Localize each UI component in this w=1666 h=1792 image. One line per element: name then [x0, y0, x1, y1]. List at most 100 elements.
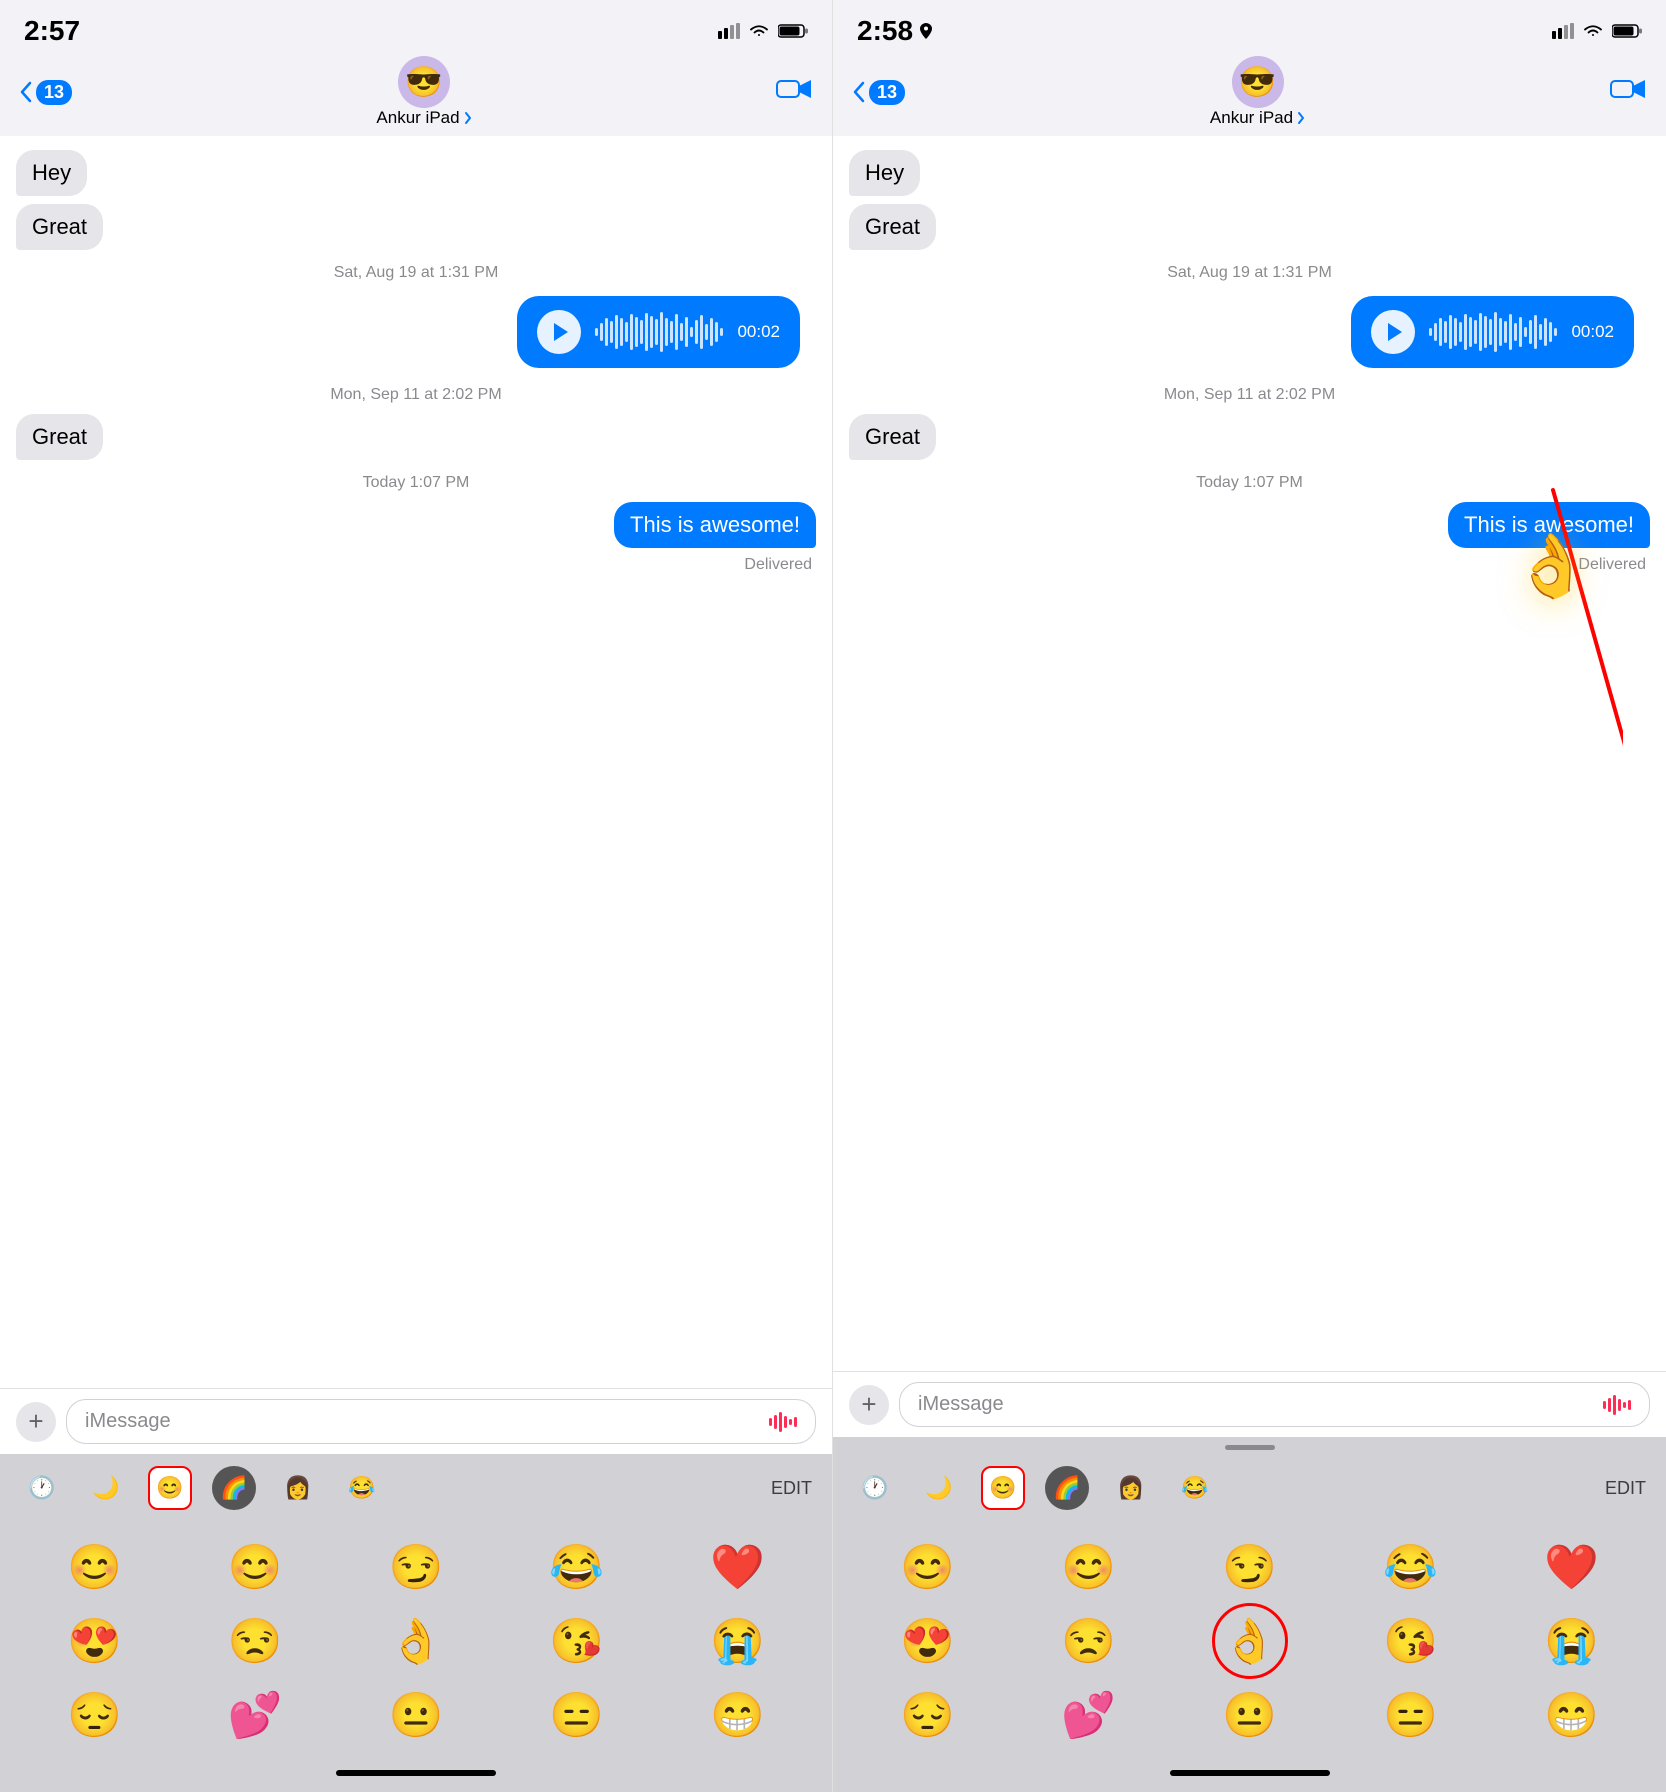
right-emoji-smirk[interactable]: 😏: [1171, 1532, 1328, 1602]
left-name-chevron-icon: [464, 111, 472, 125]
left-emoji-unamused[interactable]: 😒: [177, 1606, 334, 1676]
left-waveform-icon: [769, 1412, 797, 1432]
right-input-placeholder: iMessage: [918, 1393, 1004, 1416]
right-contact-name: Ankur iPad: [1210, 108, 1305, 128]
right-timestamp-3: Today 1:07 PM: [833, 464, 1666, 498]
left-emoji-grin[interactable]: 😁: [659, 1680, 816, 1750]
left-emoji-sparkleheart[interactable]: 💕: [177, 1680, 334, 1750]
right-emoji-kiss[interactable]: 😘: [1332, 1606, 1489, 1676]
left-emoji-tab-laugh[interactable]: 😂: [340, 1466, 384, 1510]
right-signal-icon: [1552, 23, 1574, 39]
right-emoji-unamused[interactable]: 😒: [1010, 1606, 1167, 1676]
right-back-badge: 13: [869, 80, 905, 105]
right-emoji-pensive[interactable]: 😔: [849, 1680, 1006, 1750]
left-wifi-icon: [748, 23, 770, 39]
left-play-icon: [554, 323, 568, 341]
left-battery-icon: [778, 23, 808, 39]
right-timestamp-1: Sat, Aug 19 at 1:31 PM: [833, 254, 1666, 288]
right-emoji-expressionless[interactable]: 😑: [1332, 1680, 1489, 1750]
right-video-call-button[interactable]: [1610, 76, 1646, 109]
right-emoji-tab-colorball[interactable]: 🌈: [1045, 1466, 1089, 1510]
left-emoji-ok[interactable]: 👌: [338, 1606, 495, 1676]
left-nav-center[interactable]: 😎 Ankur iPad: [376, 56, 471, 128]
left-timestamp-1: Sat, Aug 19 at 1:31 PM: [0, 254, 832, 288]
right-add-button[interactable]: +: [849, 1385, 889, 1425]
left-emoji-pensive[interactable]: 😔: [16, 1680, 173, 1750]
left-video-icon: [776, 76, 812, 102]
left-audio-play-button[interactable]: [537, 310, 581, 354]
right-nav-bar: 13 😎 Ankur iPad: [833, 54, 1666, 136]
left-video-call-button[interactable]: [776, 76, 812, 109]
left-emoji-tab-colorball[interactable]: 🌈: [212, 1466, 256, 1510]
left-msg-great1[interactable]: Great: [0, 200, 832, 254]
left-emoji-edit-button[interactable]: EDIT: [771, 1478, 812, 1499]
right-message-input[interactable]: iMessage: [899, 1382, 1650, 1427]
right-emoji-crycry[interactable]: 😭: [1493, 1606, 1650, 1676]
right-delivered-label: Delivered: [833, 552, 1666, 574]
left-audio-waveform: [595, 312, 723, 352]
left-audio-bubble[interactable]: 00:02: [517, 296, 800, 368]
left-msg-hey[interactable]: Hey: [0, 146, 832, 200]
left-emoji-expressionless[interactable]: 😑: [498, 1680, 655, 1750]
right-emoji-tab-smiley[interactable]: 😊: [981, 1466, 1025, 1510]
right-emoji-edit-button[interactable]: EDIT: [1605, 1478, 1646, 1499]
right-emoji-slight-smile[interactable]: 😊: [1010, 1532, 1167, 1602]
left-emoji-crycry[interactable]: 😭: [659, 1606, 816, 1676]
left-add-button[interactable]: +: [16, 1402, 56, 1442]
left-emoji-laughcry[interactable]: 😂: [498, 1532, 655, 1602]
right-ok-emoji-circle: [1212, 1603, 1288, 1679]
left-emoji-tab-person[interactable]: 👩: [276, 1466, 320, 1510]
left-emoji-tab-crescent[interactable]: 🌙: [84, 1466, 128, 1510]
left-emoji-slight-smile[interactable]: 😊: [177, 1532, 334, 1602]
right-emoji-grin[interactable]: 😁: [1493, 1680, 1650, 1750]
left-input-area: + iMessage: [0, 1388, 832, 1454]
right-status-icons: [1552, 23, 1642, 39]
right-audio-waveform: [1429, 312, 1557, 352]
right-audio-bubble[interactable]: 00:02: [1351, 296, 1634, 368]
right-nav-center[interactable]: 😎 Ankur iPad: [1210, 56, 1305, 128]
right-name-chevron-icon: [1297, 111, 1305, 125]
left-message-input[interactable]: iMessage: [66, 1399, 816, 1444]
left-emoji-smiling[interactable]: 😊: [16, 1532, 173, 1602]
left-audio-duration: 00:02: [737, 322, 780, 342]
right-video-icon: [1610, 76, 1646, 102]
left-timestamp-3: Today 1:07 PM: [0, 464, 832, 498]
right-emoji-tab-laugh[interactable]: 😂: [1173, 1466, 1217, 1510]
left-msg-awesome[interactable]: This is awesome!: [0, 498, 832, 552]
left-home-indicator: [0, 1760, 832, 1792]
left-back-button[interactable]: 13: [20, 80, 72, 105]
right-emoji-laughcry[interactable]: 😂: [1332, 1532, 1489, 1602]
right-emoji-smiling[interactable]: 😊: [849, 1532, 1006, 1602]
left-nav-bar: 13 😎 Ankur iPad: [0, 54, 832, 136]
left-emoji-kiss[interactable]: 😘: [498, 1606, 655, 1676]
left-signal-icon: [718, 23, 740, 39]
right-emoji-neutral[interactable]: 😐: [1171, 1680, 1328, 1750]
left-emoji-tab-recent[interactable]: 🕐: [20, 1466, 64, 1510]
right-drag-bar: [1225, 1445, 1275, 1450]
right-audio-play-button[interactable]: [1371, 310, 1415, 354]
right-msg-great1[interactable]: Great: [833, 200, 1666, 254]
left-emoji-neutral[interactable]: 😐: [338, 1680, 495, 1750]
right-status-bar: 2:58: [833, 0, 1666, 54]
right-emoji-heart[interactable]: ❤️: [1493, 1532, 1650, 1602]
right-msg-great2[interactable]: Great: [833, 410, 1666, 464]
right-audio-duration: 00:02: [1571, 322, 1614, 342]
left-back-badge: 13: [36, 80, 72, 105]
right-msg-awesome[interactable]: This is awesome!: [833, 498, 1666, 552]
right-emoji-ok[interactable]: 👌: [1171, 1606, 1328, 1676]
right-emoji-sparkleheart[interactable]: 💕: [1010, 1680, 1167, 1750]
right-wifi-icon: [1582, 23, 1604, 39]
left-emoji-tab-smiley[interactable]: 😊: [148, 1466, 192, 1510]
left-emoji-smirk[interactable]: 😏: [338, 1532, 495, 1602]
right-msg-hey[interactable]: Hey: [833, 146, 1666, 200]
right-emoji-tab-crescent[interactable]: 🌙: [917, 1466, 961, 1510]
left-emoji-hearteyes[interactable]: 😍: [16, 1606, 173, 1676]
right-bubble-great2: Great: [849, 414, 936, 460]
right-emoji-tab-recent[interactable]: 🕐: [853, 1466, 897, 1510]
left-emoji-heart[interactable]: ❤️: [659, 1532, 816, 1602]
right-emoji-hearteyes[interactable]: 😍: [849, 1606, 1006, 1676]
right-back-button[interactable]: 13: [853, 80, 905, 105]
left-delivered-label: Delivered: [0, 552, 832, 574]
left-msg-great2[interactable]: Great: [0, 410, 832, 464]
right-emoji-tab-person[interactable]: 👩: [1109, 1466, 1153, 1510]
